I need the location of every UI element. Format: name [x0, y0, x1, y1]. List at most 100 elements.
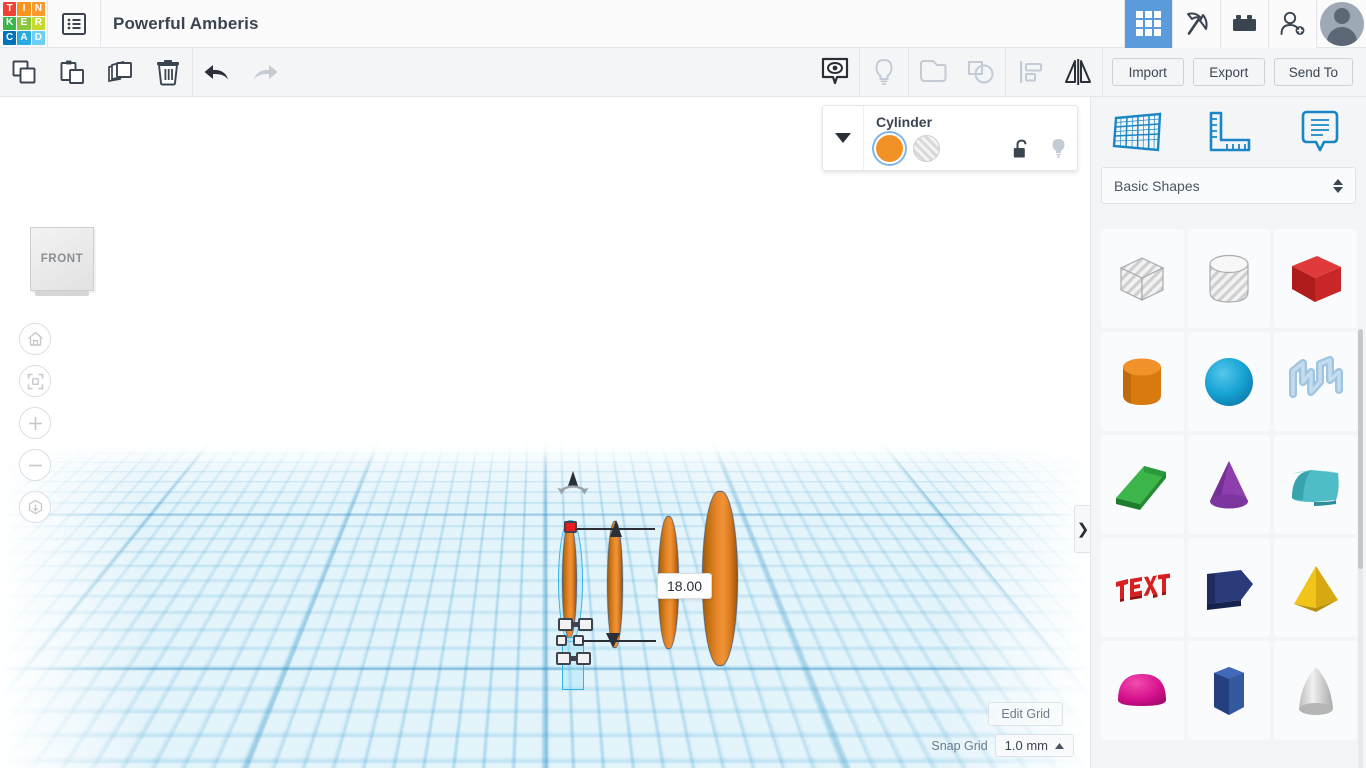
fit-brackets-icon [27, 373, 43, 389]
lock-button[interactable] [1013, 139, 1030, 159]
delete-button[interactable] [144, 48, 192, 97]
logo-tile-r: R [31, 16, 45, 31]
inspector-collapse-button[interactable] [823, 106, 864, 170]
shape-box-hole[interactable] [1101, 229, 1184, 328]
view-cube-front-face[interactable]: FRONT [30, 227, 94, 291]
duplicate-icon [108, 60, 132, 82]
shape-text[interactable] [1101, 538, 1184, 637]
shape-half-sphere[interactable] [1101, 641, 1184, 740]
lego-button[interactable] [1220, 0, 1268, 48]
logo-tile-e: E [17, 16, 31, 31]
align-button[interactable] [1006, 48, 1054, 97]
shape-round-roof[interactable] [1274, 435, 1357, 534]
plus-icon [28, 416, 42, 430]
height-handle[interactable] [564, 521, 577, 533]
undo-button[interactable] [193, 48, 241, 97]
zoom-in-button[interactable] [19, 407, 51, 439]
workplane-container [0, 97, 1090, 768]
perspective-toggle-button[interactable] [19, 491, 51, 523]
snap-grid-label: Snap Grid [931, 738, 988, 753]
view-cube[interactable]: FRONT [30, 227, 94, 297]
toolbar-divider-5 [1101, 47, 1103, 97]
handle-connector-top [572, 622, 579, 627]
shape-paraboloid[interactable] [1274, 641, 1357, 740]
group-button[interactable] [909, 48, 957, 97]
apps-grid-button[interactable] [1124, 0, 1172, 48]
ungroup-icon [967, 61, 994, 84]
navigation-buttons [19, 323, 51, 523]
ruler-tab[interactable] [1183, 97, 1275, 167]
resize-handle-top-right[interactable] [578, 618, 593, 631]
list-menu-icon [62, 12, 86, 35]
note-comment-icon [1301, 110, 1339, 152]
snap-grid-value: 1.0 mm [1004, 738, 1048, 753]
light-button[interactable] [860, 48, 908, 97]
resize-handle-top-left[interactable] [558, 618, 573, 631]
copy-button[interactable] [0, 48, 48, 97]
snap-grid-control: Snap Grid 1.0 mm [931, 734, 1074, 757]
rotation-gizmo[interactable] [556, 470, 590, 500]
redo-button[interactable] [241, 48, 289, 97]
shape-panel-scrollbar-thumb[interactable] [1358, 329, 1363, 569]
cylinder-2[interactable] [607, 521, 623, 648]
paste-button[interactable] [48, 48, 96, 97]
snap-grid-dropdown[interactable]: 1.0 mm [994, 734, 1074, 757]
3d-canvas[interactable]: FRONT 18.00 Edit Grid Snap Grid 1.0 mm ❯ [0, 97, 1090, 768]
shape-sphere[interactable] [1187, 332, 1271, 431]
shape-cylinder-hole[interactable] [1187, 229, 1271, 328]
project-menu-button[interactable] [48, 0, 100, 48]
apps-grid-icon [1136, 11, 1161, 36]
show-hide-button[interactable] [811, 48, 859, 97]
copy-icon [12, 60, 35, 83]
invite-person-button[interactable] [1268, 0, 1316, 48]
redo-icon [254, 65, 278, 80]
edit-toolbar: Import Export Send To [0, 47, 1366, 97]
user-avatar-button[interactable] [1316, 0, 1366, 48]
duplicate-button[interactable] [96, 48, 144, 97]
edit-grid-button[interactable]: Edit Grid [988, 702, 1063, 726]
show-hide-eye-icon [821, 57, 848, 85]
paste-icon [60, 60, 84, 84]
top-bar: T I N K E R C A D Powerful Amberis [0, 0, 1366, 48]
notes-tab[interactable] [1274, 97, 1366, 167]
light-toggle-button[interactable] [1050, 138, 1067, 159]
shape-roof[interactable] [1101, 435, 1184, 534]
import-button[interactable]: Import [1111, 58, 1184, 86]
shape-category-select[interactable]: Basic Shapes [1101, 167, 1356, 204]
logo-tile-a: A [17, 31, 31, 45]
resize-handle-bottom-right[interactable] [576, 652, 591, 665]
home-view-button[interactable] [19, 323, 51, 355]
zoom-out-button[interactable] [19, 449, 51, 481]
logo-tile-t: T [3, 2, 17, 16]
workplane-tab[interactable] [1091, 97, 1183, 167]
resize-handle-bottom-left[interactable] [556, 652, 571, 665]
shape-category-wrap: Basic Shapes [1091, 167, 1366, 204]
shape-hex-prism[interactable] [1187, 641, 1271, 740]
shadow-2 [600, 657, 630, 669]
lightbulb-icon [875, 59, 893, 85]
handle-connector-bottom [570, 656, 577, 661]
send-to-button[interactable]: Send To [1273, 58, 1353, 86]
add-person-icon [1280, 11, 1304, 35]
mirror-button[interactable] [1054, 48, 1102, 97]
resize-handle-mid-left[interactable] [556, 635, 567, 646]
chevron-down-icon [835, 133, 851, 143]
hole-swatch[interactable] [913, 135, 940, 162]
ungroup-button[interactable] [957, 48, 1005, 97]
group-icon [919, 60, 947, 82]
shape-polygon-arrow[interactable] [1187, 538, 1271, 637]
export-button[interactable]: Export [1192, 58, 1265, 86]
shape-scribble[interactable] [1274, 332, 1357, 431]
shape-box[interactable] [1274, 229, 1357, 328]
pickaxe-icon [1186, 12, 1208, 35]
fit-view-button[interactable] [19, 365, 51, 397]
logo-tile-n: N [31, 2, 45, 16]
solid-color-swatch[interactable] [876, 135, 903, 162]
document-title[interactable]: Powerful Amberis [101, 14, 259, 34]
minecraft-button[interactable] [1172, 0, 1220, 48]
tinkercad-logo[interactable]: T I N K E R C A D [0, 0, 47, 47]
shape-cone[interactable] [1187, 435, 1271, 534]
shape-pyramid[interactable] [1274, 538, 1357, 637]
panel-collapse-tab[interactable]: ❯ [1074, 505, 1090, 553]
shape-cylinder[interactable] [1101, 332, 1184, 431]
